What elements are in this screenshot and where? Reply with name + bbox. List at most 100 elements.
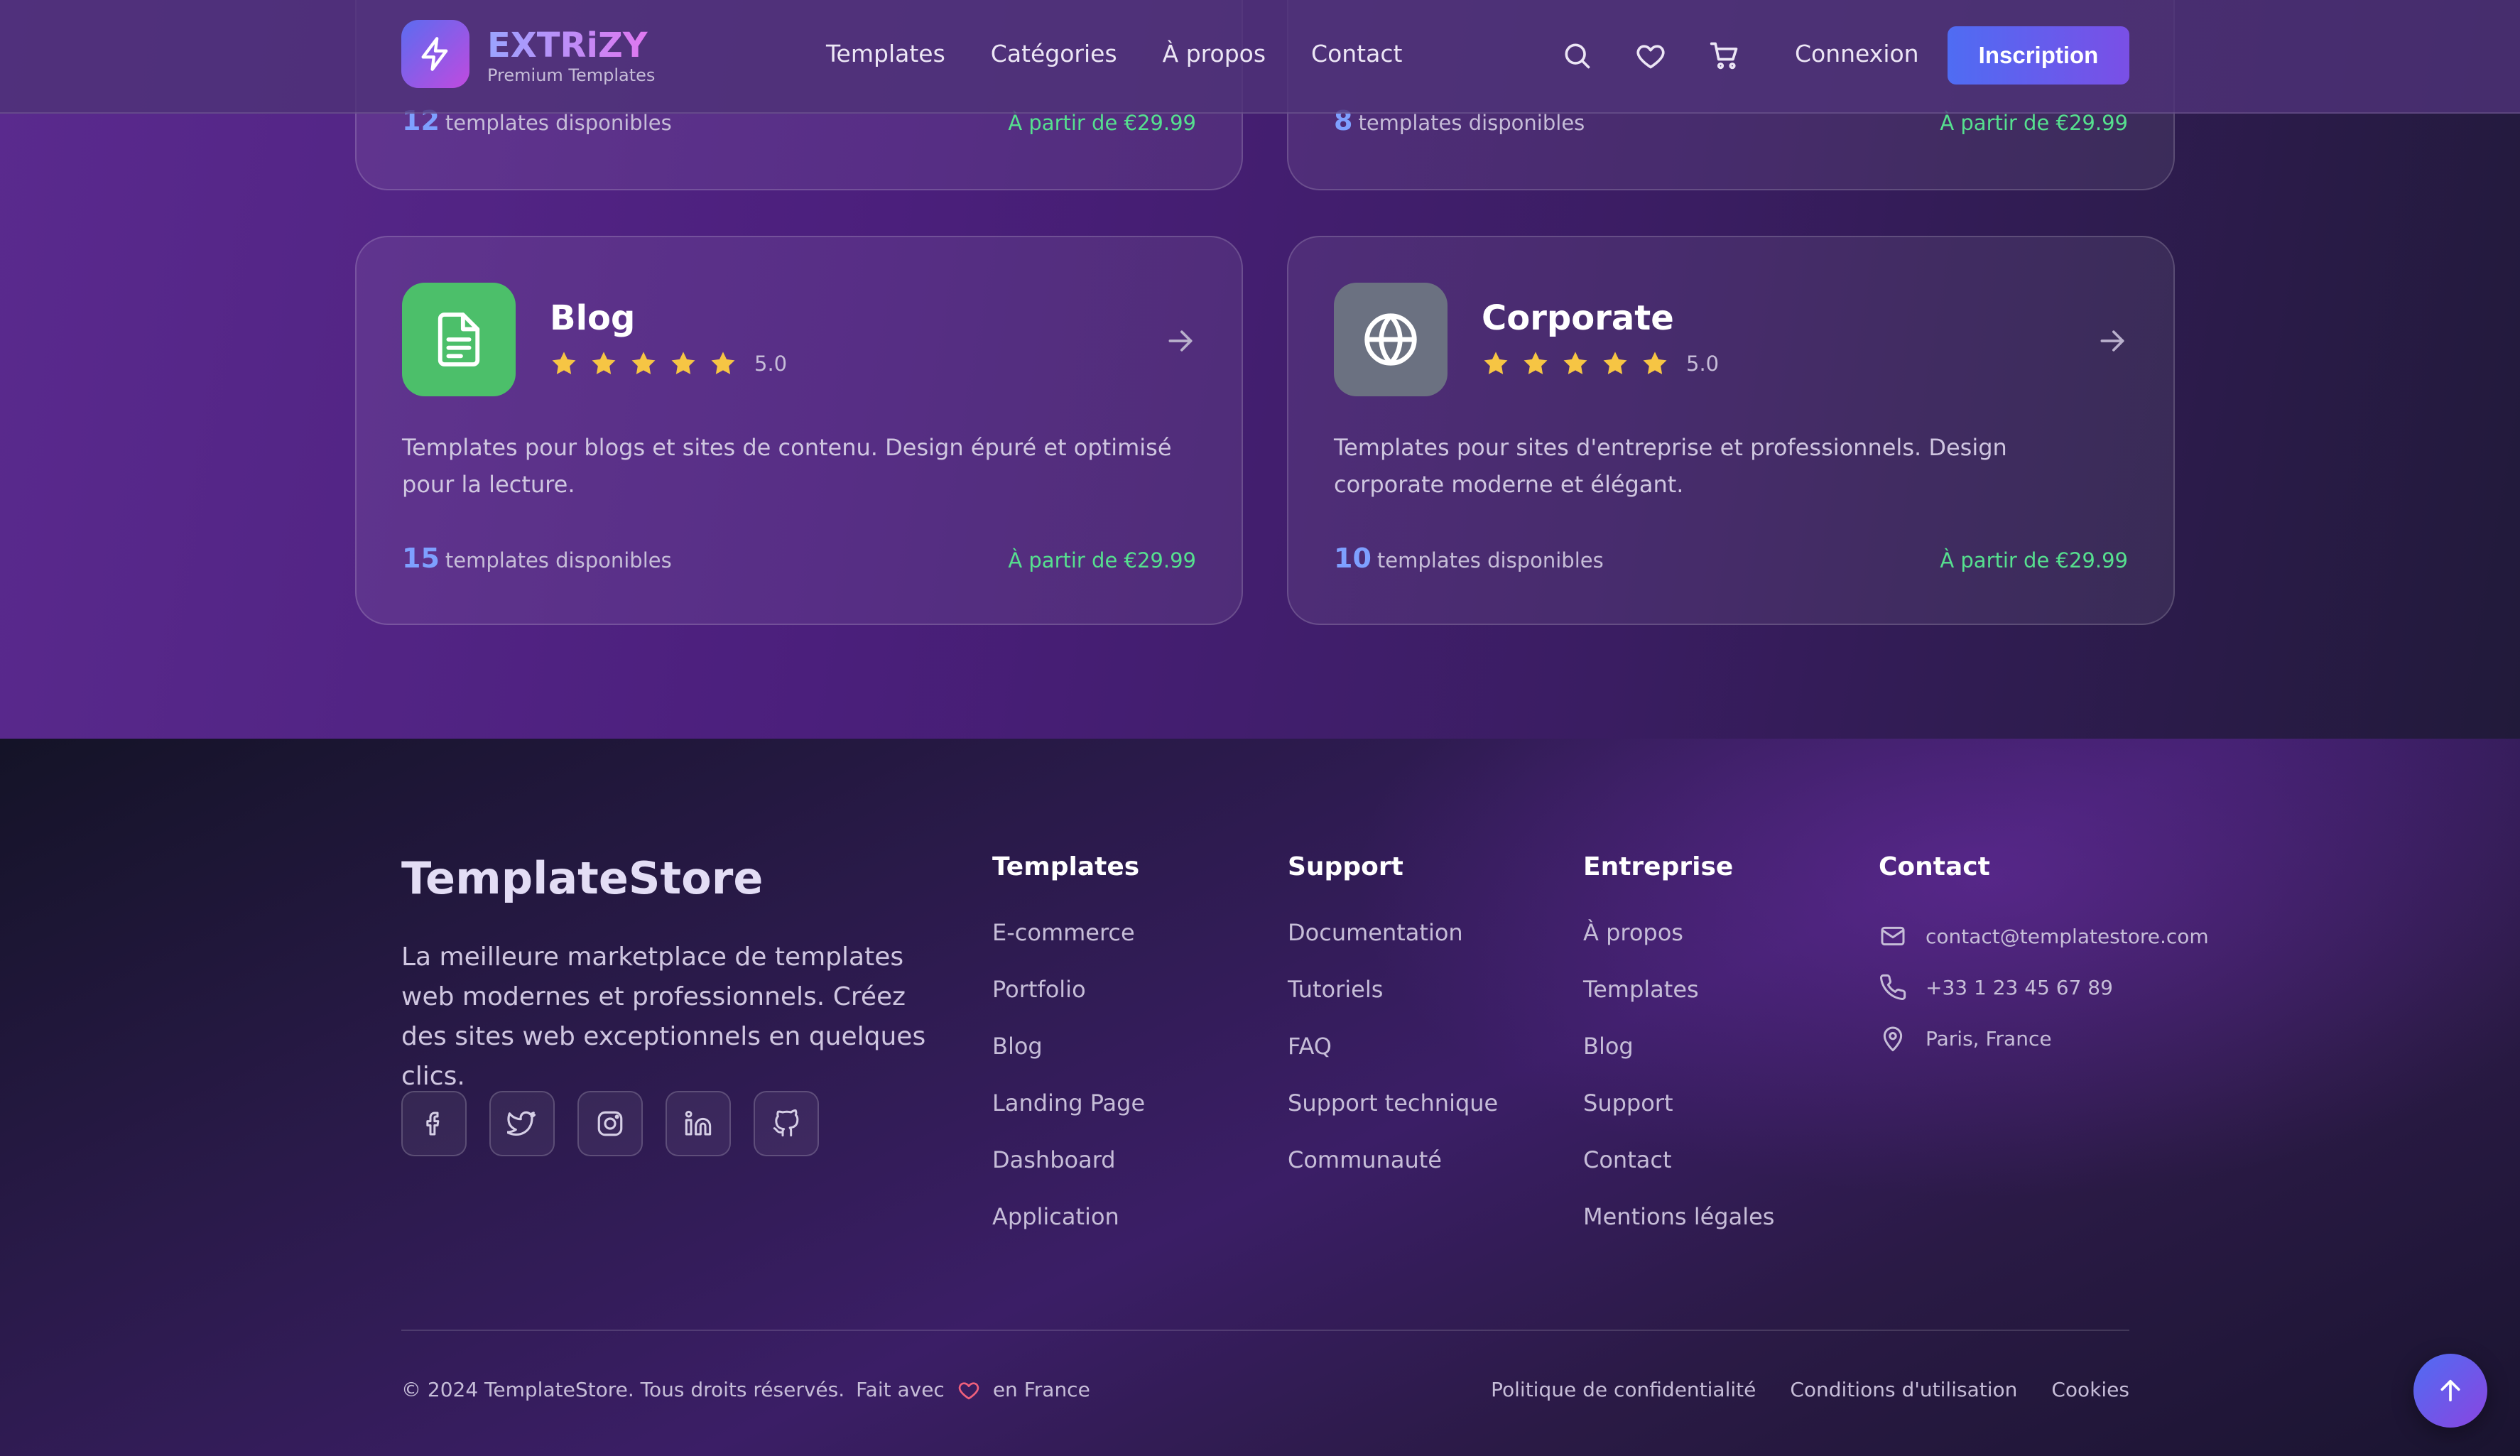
social-links (401, 1091, 842, 1156)
footer-link[interactable]: Mentions légales (1583, 1203, 1774, 1260)
legal-links: Politique de confidentialité Conditions … (1457, 1378, 2129, 1401)
facebook-icon[interactable] (401, 1091, 467, 1156)
footer-link[interactable]: Support technique (1288, 1090, 1498, 1146)
contact-email[interactable]: contact@templatestore.com (1879, 911, 2209, 962)
footer-link[interactable]: Blog (1583, 1033, 1774, 1090)
template-count: 15 (402, 543, 440, 574)
card-title: Corporate (1482, 298, 1674, 338)
template-count-label: templates disponibles (1358, 111, 1585, 135)
copyright: © 2024 TemplateStore. Tous droits réserv… (401, 1378, 1090, 1401)
scroll-to-top-button[interactable] (2413, 1354, 2487, 1428)
contact-phone-text: +33 1 23 45 67 89 (1926, 975, 2113, 999)
star-icon (671, 352, 695, 374)
privacy-link[interactable]: Politique de confidentialité (1491, 1378, 1756, 1401)
col-title: Entreprise (1583, 852, 1734, 881)
price-label: À partir de €29.99 (1008, 548, 1196, 572)
footer-link[interactable]: Application (992, 1203, 1145, 1260)
footer-link[interactable]: À propos (1583, 919, 1774, 976)
card-title: Blog (550, 298, 636, 338)
brand-name[interactable]: EXTRiZY (487, 26, 648, 65)
star-icon (631, 352, 656, 374)
contact-phone[interactable]: +33 1 23 45 67 89 (1879, 962, 2209, 1013)
search-icon[interactable] (1561, 40, 1592, 71)
template-count-label: templates disponibles (445, 548, 672, 572)
footer-link[interactable]: Landing Page (992, 1090, 1145, 1146)
login-link[interactable]: Connexion (1795, 40, 1919, 67)
template-count-label: templates disponibles (445, 111, 672, 135)
star-icon (592, 352, 616, 374)
star-icon (1484, 352, 1508, 374)
star-icon (711, 352, 735, 374)
terms-link[interactable]: Conditions d'utilisation (1790, 1378, 2017, 1401)
nav-categories[interactable]: Catégories (991, 40, 1117, 67)
star-icon (1603, 352, 1627, 374)
star-icon (1563, 352, 1587, 374)
cookies-link[interactable]: Cookies (2051, 1378, 2129, 1401)
linkedin-icon[interactable] (666, 1091, 731, 1156)
footer-col-contact: Contact contact@templatestore.com +33 1 … (1879, 852, 2209, 1064)
rating-stars: 5.0 (550, 349, 787, 378)
col-title: Support (1288, 852, 1403, 881)
template-count-label: templates disponibles (1376, 548, 1604, 572)
heart-icon (958, 1381, 979, 1399)
arrow-right-icon[interactable] (1165, 325, 1196, 357)
made-in-text: en France (992, 1378, 1090, 1401)
footer-col-entreprise: Entreprise À propos Templates Blog Suppo… (1583, 852, 1774, 1260)
card-footer: 15 templates disponibles À partir de €29.… (402, 543, 1196, 574)
col-title: Templates (992, 852, 1140, 881)
nav-templates[interactable]: Templates (826, 40, 945, 67)
footer-link[interactable]: Portfolio (992, 976, 1145, 1033)
star-icon (552, 352, 576, 374)
star-icon (1524, 352, 1548, 374)
footer-link[interactable]: Support (1583, 1090, 1774, 1146)
brand-tagline: Premium Templates (487, 65, 656, 85)
footer-link[interactable]: Dashboard (992, 1146, 1145, 1203)
footer-link[interactable]: E-commerce (992, 919, 1145, 976)
footer-divider (401, 1330, 2129, 1331)
category-card-blog[interactable]: Blog 5.0 Templates pour blogs et sites d… (355, 236, 1243, 625)
col-title: Contact (1879, 852, 1990, 881)
main-nav: Templates Catégories À propos Contact (826, 40, 1448, 67)
arrow-up-icon (2440, 1379, 2460, 1402)
footer-link[interactable]: Documentation (1288, 919, 1498, 976)
top-navbar: EXTRiZY Premium Templates Templates Caté… (0, 0, 2520, 114)
signup-button[interactable]: Inscription (1948, 26, 2129, 85)
footer-link[interactable]: Templates (1583, 976, 1774, 1033)
lightning-logo-icon[interactable] (401, 20, 469, 88)
card-description: Templates pour blogs et sites de contenu… (402, 434, 1172, 498)
footer-brand: TemplateStore (401, 852, 764, 904)
footer-link[interactable]: Blog (992, 1033, 1145, 1090)
globe-icon (1334, 283, 1448, 396)
rating-value: 5.0 (1686, 352, 1720, 376)
nav-contact[interactable]: Contact (1311, 40, 1402, 67)
category-card-corporate[interactable]: Corporate 5.0 Templates pour sites d'ent… (1287, 236, 2175, 625)
made-with-text: Fait avec (856, 1378, 945, 1401)
twitter-icon[interactable] (489, 1091, 555, 1156)
arrow-right-icon[interactable] (2097, 325, 2128, 357)
cart-icon[interactable] (1709, 40, 1740, 71)
card-footer: 10 templates disponibles À partir de €29.… (1334, 543, 2128, 574)
heart-icon[interactable] (1635, 40, 1666, 71)
mail-icon (1881, 926, 1905, 946)
rating-stars: 5.0 (1482, 349, 1719, 378)
copyright-text: © 2024 TemplateStore. Tous droits réserv… (401, 1378, 845, 1401)
rating-value: 5.0 (754, 352, 788, 376)
footer-link[interactable]: Tutoriels (1288, 976, 1498, 1033)
footer-link[interactable]: FAQ (1288, 1033, 1498, 1090)
contact-location-text: Paris, France (1926, 1026, 2052, 1050)
price-label: À partir de €29.99 (1940, 548, 2128, 572)
price-label: À partir de €29.99 (1940, 111, 2128, 135)
github-icon[interactable] (754, 1091, 819, 1156)
instagram-icon[interactable] (577, 1091, 643, 1156)
nav-about[interactable]: À propos (1163, 40, 1266, 67)
contact-location: Paris, France (1879, 1013, 2209, 1064)
site-footer: TemplateStore La meilleure marketplace d… (0, 739, 2520, 1456)
footer-link[interactable]: Communauté (1288, 1146, 1498, 1203)
footer-link[interactable]: Contact (1583, 1146, 1774, 1203)
template-count: 10 (1334, 543, 1372, 574)
footer-col-support: Support Documentation Tutoriels FAQ Supp… (1288, 852, 1498, 1203)
star-icon (1643, 352, 1667, 374)
footer-description: La meilleure marketplace de templates we… (401, 942, 926, 1091)
phone-icon (1880, 974, 1906, 1000)
document-icon (402, 283, 516, 396)
